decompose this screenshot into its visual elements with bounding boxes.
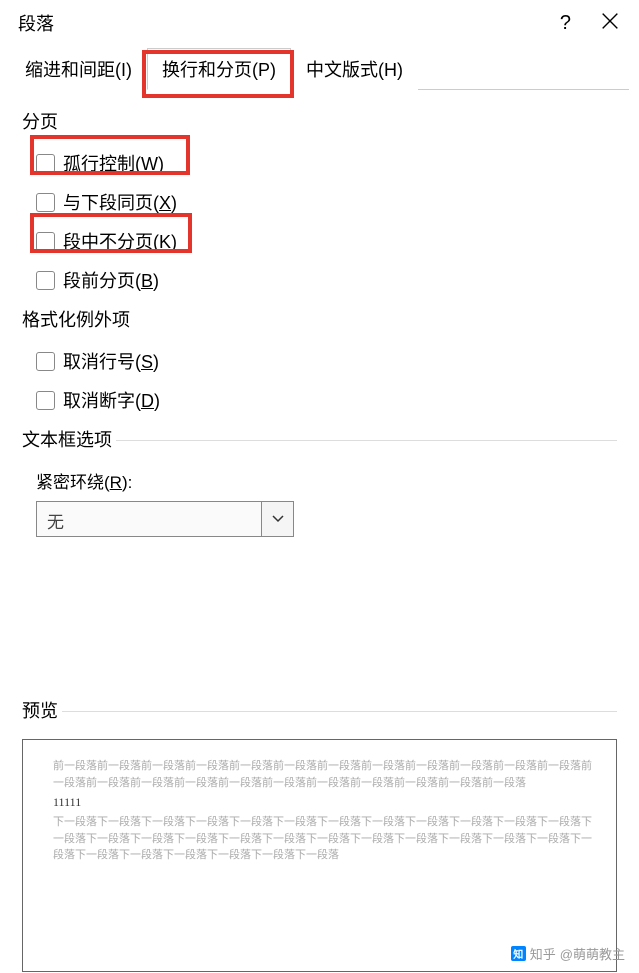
section-formatting-exceptions: 格式化例外项 (22, 306, 617, 332)
preview-sample-text: 11111 (53, 793, 598, 812)
close-icon (599, 10, 621, 32)
pagination-group: 孤行控制(W) 与下段同页(X) 段中不分页(K) 段前分页(B) (22, 150, 617, 293)
no-hyphenation-checkbox[interactable] (36, 391, 55, 410)
suppress-line-numbers-label[interactable]: 取消行号(S) (63, 348, 159, 374)
zhihu-icon: 知 (511, 946, 526, 961)
section-preview: 预览 (22, 697, 617, 723)
keep-with-next-checkbox[interactable] (36, 193, 55, 212)
watermark-brand: 知乎 (530, 944, 556, 963)
help-button[interactable]: ? (560, 12, 571, 35)
tab-indent-spacing[interactable]: 缩进和间距(I) (10, 48, 147, 90)
suppress-line-numbers-row: 取消行号(S) (36, 348, 617, 374)
preview-before-text: 前一段落前一段落前一段落前一段落前一段落前一段落前一段落前一段落前一段落前一段落… (53, 758, 598, 791)
chevron-down-icon (272, 515, 284, 523)
dialog-title: 段落 (18, 10, 560, 36)
close-button[interactable] (599, 10, 621, 37)
page-break-before-row: 段前分页(B) (36, 267, 617, 293)
widow-control-row: 孤行控制(W) (36, 150, 617, 176)
keep-lines-together-row: 段中不分页(K) (36, 228, 617, 254)
dropdown-button[interactable] (261, 502, 293, 536)
keep-with-next-row: 与下段同页(X) (36, 189, 617, 215)
tab-asian-typography[interactable]: 中文版式(H) (291, 48, 418, 90)
no-hyphenation-label[interactable]: 取消断字(D) (63, 387, 160, 413)
textbox-options-group: 紧密环绕(R): 无 (22, 468, 617, 537)
keep-lines-together-checkbox[interactable] (36, 232, 55, 251)
page-break-before-checkbox[interactable] (36, 271, 55, 290)
preview-box: 前一段落前一段落前一段落前一段落前一段落前一段落前一段落前一段落前一段落前一段落… (22, 739, 617, 972)
formatting-exceptions-group: 取消行号(S) 取消断字(D) (22, 348, 617, 413)
watermark: 知 知乎 @萌萌教主 (511, 944, 625, 963)
tab-bar: 缩进和间距(I) 换行和分页(P) 中文版式(H) (0, 48, 639, 90)
preview-after-text: 下一段落下一段落下一段落下一段落下一段落下一段落下一段落下一段落下一段落下一段落… (53, 814, 598, 864)
dialog-content: 分页 孤行控制(W) 与下段同页(X) 段中不分页(K) 段前分页(B) 格式化… (0, 90, 639, 739)
suppress-line-numbers-checkbox[interactable] (36, 352, 55, 371)
page-break-before-label[interactable]: 段前分页(B) (63, 267, 159, 293)
no-hyphenation-row: 取消断字(D) (36, 387, 617, 413)
section-textbox-options: 文本框选项 (22, 426, 617, 452)
dialog-titlebar: 段落 ? (0, 0, 639, 48)
tight-wrap-value: 无 (37, 502, 261, 536)
keep-lines-together-label[interactable]: 段中不分页(K) (63, 228, 177, 254)
tight-wrap-label: 紧密环绕(R): (36, 468, 617, 493)
widow-control-checkbox[interactable] (36, 154, 55, 173)
section-pagination: 分页 (22, 108, 617, 134)
watermark-user: @萌萌教主 (560, 944, 625, 963)
widow-control-label[interactable]: 孤行控制(W) (63, 150, 164, 176)
tight-wrap-dropdown[interactable]: 无 (36, 501, 294, 537)
tab-line-page-breaks[interactable]: 换行和分页(P) (147, 48, 291, 90)
keep-with-next-label[interactable]: 与下段同页(X) (63, 189, 177, 215)
